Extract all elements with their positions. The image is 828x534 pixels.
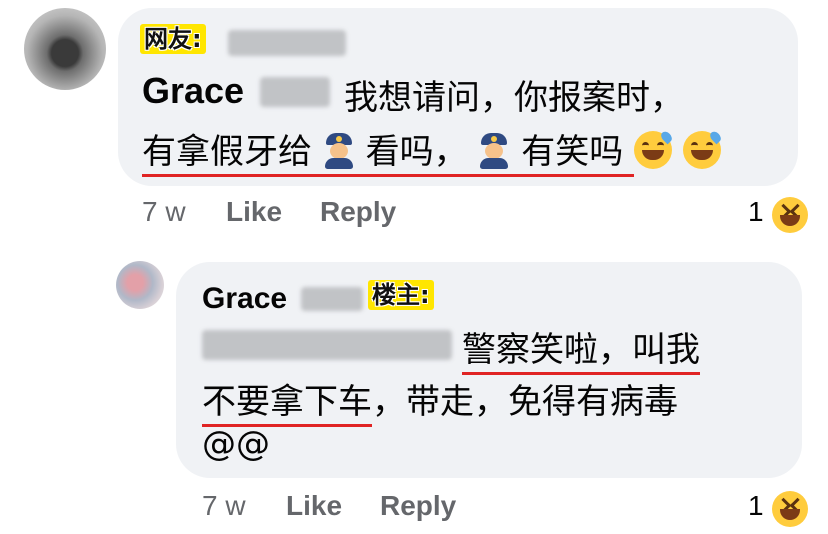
comment-line-2-part-1: 有拿假牙给	[142, 132, 312, 172]
comment-line-1: 我想请问，你报案时，	[344, 78, 684, 118]
reply-author-avatar[interactable]	[116, 261, 164, 309]
police-officer-icon	[478, 133, 510, 169]
reply-time[interactable]: 7 w	[202, 490, 246, 522]
commenter-avatar[interactable]	[24, 8, 106, 90]
commenter-name-text[interactable]: Grace	[142, 70, 244, 111]
comment-line-2-part-2: 看吗，	[365, 132, 468, 172]
sweat-smile-icon	[682, 129, 723, 169]
reply-line-2-underlined: 不要拿下车	[202, 382, 372, 427]
reply-line-3: @@	[202, 424, 270, 464]
reply-line-2-rest: ，带走，免得有病毒	[372, 382, 678, 422]
police-officer-icon	[323, 133, 355, 169]
reply-line-1-underlined: 警察笑啦，叫我	[462, 330, 700, 375]
comment-reply-label[interactable]: Reply	[320, 196, 396, 227]
reply-reply-label[interactable]: Reply	[380, 490, 456, 521]
reply-line-1: 警察笑啦，叫我	[462, 322, 700, 375]
reply-like-label[interactable]: Like	[286, 490, 342, 521]
blurred-surname	[260, 77, 331, 107]
comment-like-button[interactable]: Like	[226, 196, 282, 228]
reply-line-2: 不要拿下车，带走，免得有病毒	[202, 374, 678, 427]
reply-author-name-text[interactable]: Grace	[202, 282, 287, 315]
reply-author-tag: 楼主:	[368, 280, 434, 310]
comment-reaction-count[interactable]: 1	[748, 196, 764, 228]
reply-author-name[interactable]: Grace	[202, 282, 364, 316]
comment-line-2: 有拿假牙给 看吗， 有笑吗	[142, 124, 723, 177]
comment-like-label[interactable]: Like	[226, 196, 282, 227]
sweat-smile-icon	[634, 129, 674, 169]
comment-underlined-1: 有拿假牙给 看吗， 有笑吗	[142, 132, 635, 177]
comment-reply-button[interactable]: Reply	[320, 196, 396, 228]
laughing-reaction-icon[interactable]	[772, 491, 808, 527]
commenter-name[interactable]: Grace	[142, 70, 331, 112]
reply-reaction-count[interactable]: 1	[748, 490, 764, 522]
reply-reply-button[interactable]: Reply	[380, 490, 456, 522]
commenter-tag: 网友:	[140, 24, 206, 54]
blurred-mention	[202, 330, 452, 360]
comment-line-2-part-3: 有笑吗	[521, 132, 624, 172]
reply-like-button[interactable]: Like	[286, 490, 342, 522]
comment-time[interactable]: 7 w	[142, 196, 186, 228]
blurred-name	[228, 30, 346, 56]
blurred-surname	[301, 287, 364, 311]
laughing-reaction-icon[interactable]	[772, 197, 808, 233]
